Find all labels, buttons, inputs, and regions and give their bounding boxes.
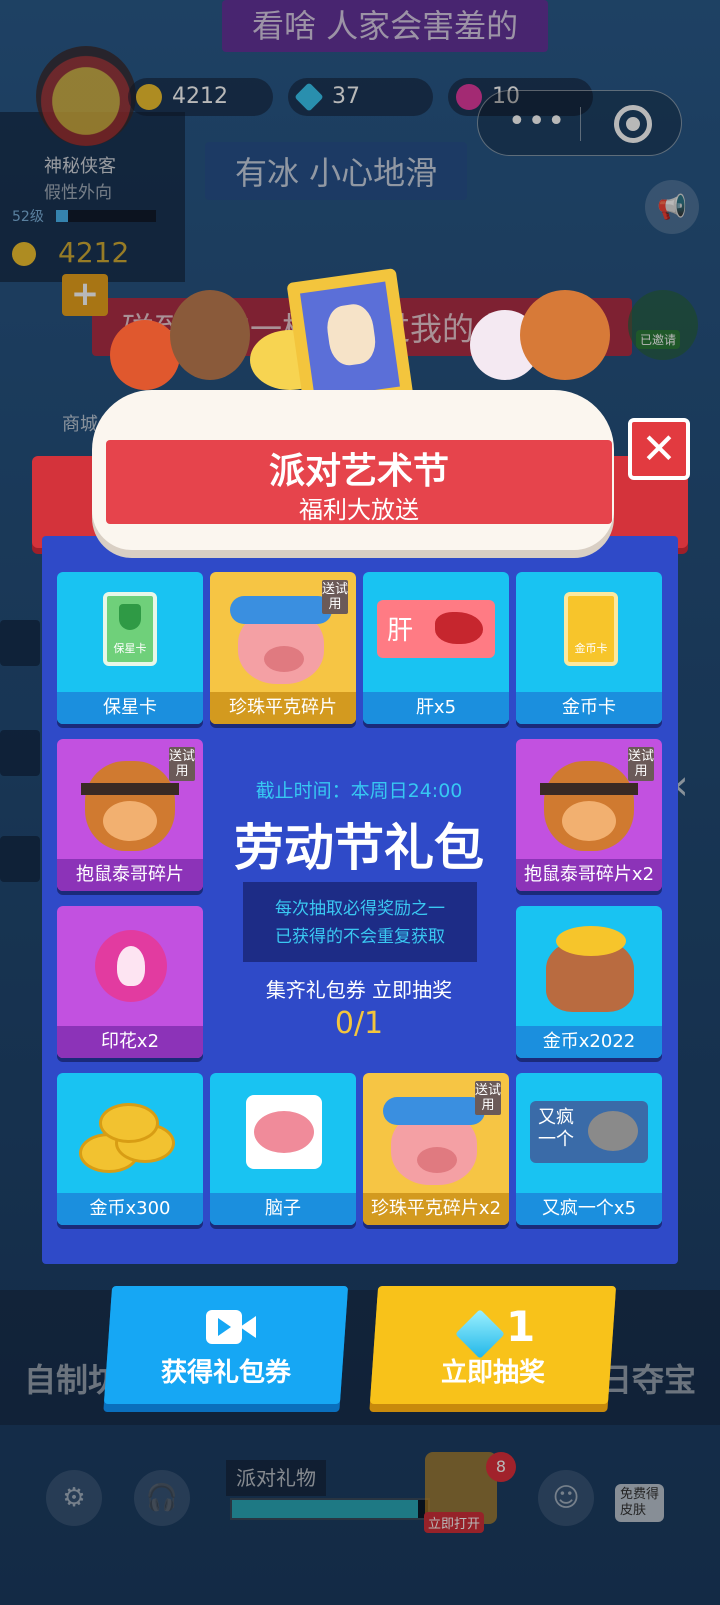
reward-tile[interactable]: 又疯 一个 又疯一个x5 [516, 1073, 662, 1225]
collect-hint: 集齐礼包券 立即抽奖 [265, 978, 453, 1002]
reward-label: 脑子 [210, 1193, 356, 1225]
shield-icon [119, 604, 141, 630]
lotus-icon [95, 930, 167, 1002]
card-text: 保星卡 [113, 642, 147, 655]
liver-art [435, 612, 483, 644]
character-art [170, 290, 250, 380]
snout-art [417, 1147, 457, 1173]
character-art [520, 290, 610, 380]
coins-icon [79, 1103, 179, 1177]
monkey-character-icon [81, 761, 179, 851]
close-icon[interactable]: ✕ [628, 418, 690, 480]
bull-art [588, 1111, 638, 1151]
coin-art [99, 1103, 159, 1143]
reward-tile[interactable]: 送试用 珍珠平克碎片x2 [363, 1073, 509, 1225]
pack-title: 劳动节礼包 [234, 819, 484, 877]
hat-art [383, 1097, 485, 1125]
face-art [562, 801, 616, 841]
snout-art [264, 646, 304, 672]
modal-title: 派对艺术节 [268, 451, 449, 492]
reward-label: 抱鼠泰哥碎片 [57, 859, 203, 891]
modal-subtitle: 福利大放送 [299, 496, 419, 524]
play-icon [218, 1318, 231, 1336]
trial-tag: 送试用 [628, 747, 655, 781]
brain-art [254, 1111, 314, 1153]
trial-tag: 送试用 [322, 580, 349, 614]
get-ticket-label[interactable]: 获得礼包券 [108, 1352, 344, 1389]
card-text: 金币卡 [574, 642, 608, 655]
ticket-progress: 0/1 [334, 1006, 384, 1041]
reward-tile[interactable]: 脑子 [210, 1073, 356, 1225]
face-art [103, 801, 157, 841]
reward-tile[interactable]: 送试用 抱鼠泰哥碎片x2 [516, 739, 662, 891]
trial-tag: 送试用 [475, 1081, 502, 1115]
video-camera-lens [240, 1316, 256, 1338]
reward-tile[interactable]: 印花x2 [57, 906, 203, 1058]
star-shield-card-icon: 保星卡 [103, 592, 157, 666]
reward-label: 金币x2022 [516, 1026, 662, 1058]
reward-label: 珍珠平克碎片x2 [363, 1193, 509, 1225]
reward-tile[interactable]: 金币卡 金币卡 [516, 572, 662, 724]
character-face [324, 301, 379, 368]
deadline-text: 截止时间：本周日24:00 [255, 780, 463, 802]
gold-card-icon: 金币卡 [564, 592, 618, 666]
eyepatch-art [81, 783, 179, 795]
sign-line: 一个 [538, 1129, 574, 1150]
reward-tile[interactable]: 送试用 珍珠平克碎片 [210, 572, 356, 724]
reward-label: 珍珠平克碎片 [210, 692, 356, 724]
draw-cost: 1 [506, 1302, 536, 1351]
reward-label: 抱鼠泰哥碎片x2 [516, 859, 662, 891]
reward-tile[interactable]: 送试用 抱鼠泰哥碎片 [57, 739, 203, 891]
liver-sign-icon: 肝 [377, 600, 495, 658]
reward-label: 印花x2 [57, 1026, 203, 1058]
sign-text: 又疯 一个 [538, 1107, 574, 1151]
eyepatch-art [540, 783, 638, 795]
hat-art [230, 596, 332, 624]
draw-now-label[interactable]: 立即抽奖 [374, 1352, 612, 1389]
rule-line: 每次抽取必得奖励之一 [275, 899, 445, 919]
gold-art [556, 926, 626, 956]
pig-character-icon [383, 1097, 485, 1185]
reward-label: 金币x300 [57, 1193, 203, 1225]
rule-line: 已获得的不会重复获取 [275, 927, 445, 947]
monkey-character-icon [540, 761, 638, 851]
brain-icon [246, 1095, 322, 1169]
petal-art [117, 946, 145, 986]
reward-tile[interactable]: 肝 肝x5 [363, 572, 509, 724]
sign-text: 肝 [387, 616, 414, 646]
mad-bull-sign-icon: 又疯 一个 [530, 1101, 648, 1163]
trial-tag: 送试用 [169, 747, 196, 781]
gold-sack-icon [546, 926, 634, 1012]
reward-label: 金币卡 [516, 692, 662, 724]
reward-tile[interactable]: 金币x2022 [516, 906, 662, 1058]
reward-label: 肝x5 [363, 692, 509, 724]
reward-tile[interactable]: 金币x300 [57, 1073, 203, 1225]
reward-label: 又疯一个x5 [516, 1193, 662, 1225]
reward-label: 保星卡 [57, 692, 203, 724]
pig-character-icon [230, 596, 332, 684]
sign-line: 又疯 [538, 1107, 574, 1128]
reward-tile[interactable]: 保星卡 保星卡 [57, 572, 203, 724]
